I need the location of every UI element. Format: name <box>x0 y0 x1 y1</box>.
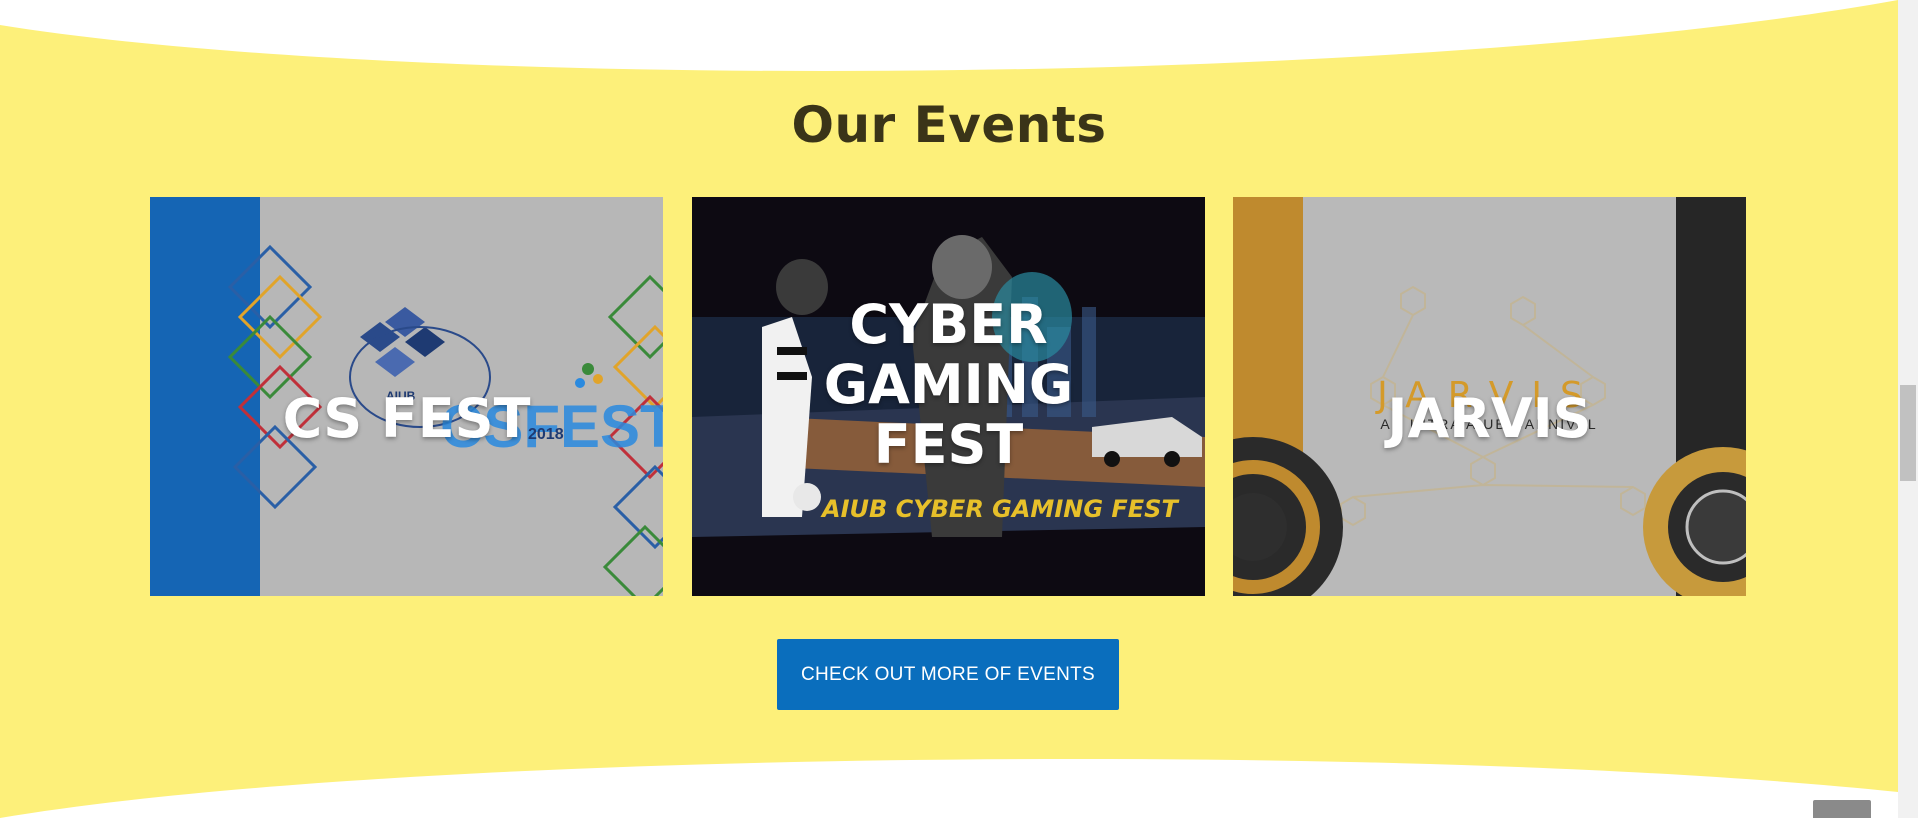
event-title: JARVIS <box>1387 386 1592 450</box>
event-title: CYBER GAMING FEST <box>823 292 1074 476</box>
event-card-cs-fest[interactable]: CSFEST AIUB 2018 CS FEST <box>150 197 663 596</box>
scroll-to-top-button[interactable] <box>1813 800 1871 818</box>
scrollbar-thumb[interactable] <box>1900 385 1916 481</box>
event-title: CS FEST <box>282 386 531 450</box>
page: Our Events CSFEST AIUB 2018 CS FEST AIUB… <box>0 0 1898 818</box>
section-heading: Our Events <box>791 96 1107 154</box>
page-scrollbar[interactable] <box>1898 0 1918 818</box>
event-card-cyber-gaming-fest[interactable]: AIUB CYBER GAMING FEST CYBER GAMING FEST <box>692 197 1205 596</box>
event-card-jarvis[interactable]: JARVIS AN INTRA AIUB CARNIVAL JARVIS <box>1233 197 1746 596</box>
more-events-button[interactable]: CHECK OUT MORE OF EVENTS <box>777 639 1119 710</box>
